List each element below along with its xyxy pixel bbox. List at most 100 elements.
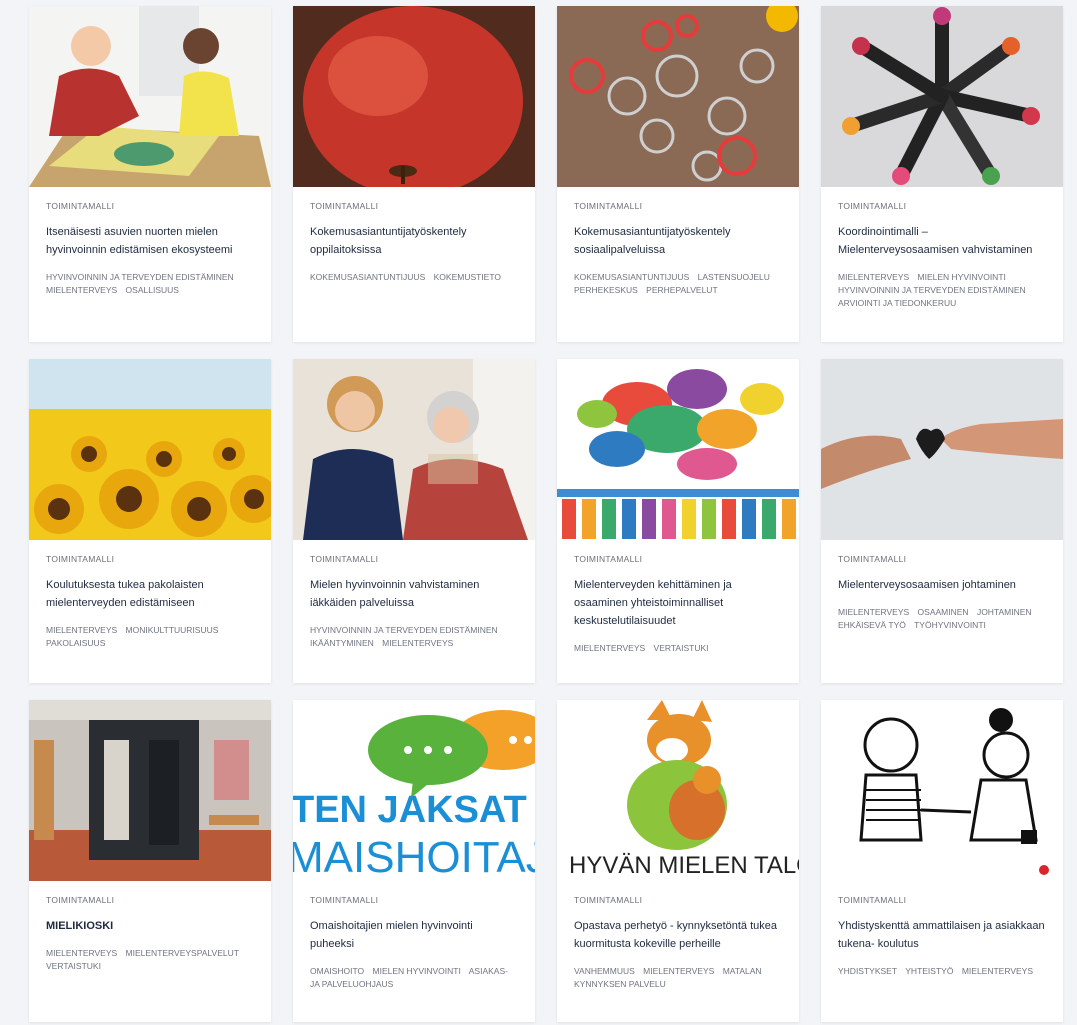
tag[interactable]: PERHEPALVELUT: [646, 285, 718, 295]
card-tags: OMAISHOITO MIELEN HYVINVOINTI ASIAKAS- J…: [310, 965, 518, 991]
tag[interactable]: VERTAISTUKI: [46, 961, 101, 971]
card[interactable]: TOIMINTAMALLI MIELIKIOSKI MIELENTERVEYS …: [29, 700, 271, 1022]
tag[interactable]: KOKEMUSASIANTUNTIJUUS: [310, 272, 425, 282]
tag[interactable]: KOKEMUSASIANTUNTIJUUS: [574, 272, 689, 282]
card-kind: TOIMINTAMALLI: [310, 895, 379, 905]
card-title[interactable]: Mielenterveyden kehittäminen ja osaamine…: [574, 576, 782, 630]
tag[interactable]: MIELENTERVEYS: [962, 966, 1033, 976]
tag[interactable]: MIELEN HYVINVOINTI: [918, 272, 1006, 282]
card[interactable]: TOIMINTAMALLI Koulutuksesta tukea pakola…: [29, 359, 271, 683]
card-image: [557, 359, 799, 540]
tag[interactable]: HYVINVOINNIN JA TERVEYDEN EDISTÄMINEN: [310, 625, 498, 635]
tag[interactable]: PERHEKESKUS: [574, 285, 638, 295]
tag[interactable]: VANHEMMUUS: [574, 966, 635, 976]
tag[interactable]: KOKEMUSTIETO: [434, 272, 501, 282]
card-kind: TOIMINTAMALLI: [838, 201, 907, 211]
card-title[interactable]: Mielen hyvinvoinnin vahvistaminen iäkkäi…: [310, 576, 518, 612]
card-kind: TOIMINTAMALLI: [310, 201, 379, 211]
card-kind: TOIMINTAMALLI: [310, 554, 379, 564]
card-image: [293, 6, 535, 187]
card-title[interactable]: Koordinointimalli – Mielenterveysosaamis…: [838, 223, 1046, 259]
card-image: [29, 700, 271, 881]
card-image: HYVÄN MIELEN TALO: [557, 700, 799, 881]
image-text-line1: TEN JAKSAT: [293, 789, 527, 831]
tag[interactable]: MIELEN HYVINVOINTI: [373, 966, 461, 976]
tag[interactable]: LASTENSUOJELU: [698, 272, 770, 282]
card[interactable]: HYVÄN MIELEN TALO TOIMINTAMALLI Opastava…: [557, 700, 799, 1022]
card-tags: HYVINVOINNIN JA TERVEYDEN EDISTÄMINEN IK…: [310, 624, 518, 650]
image-text-line2: MAISHOITAJA: [293, 833, 535, 881]
card[interactable]: TOIMINTAMALLI Itsenäisesti asuvien nuort…: [29, 6, 271, 342]
card-tags: VANHEMMUUS MIELENTERVEYS MATALAN KYNNYKS…: [574, 965, 782, 991]
card-image: [821, 700, 1063, 881]
card-title[interactable]: Kokemusasiantuntijatyöskentely oppilaito…: [310, 223, 518, 259]
card-tags: MIELENTERVEYS MONIKULTTUURISUUS PAKOLAIS…: [46, 624, 254, 650]
card-tags: YHDISTYKSET YHTEISTYÖ MIELENTERVEYS: [838, 965, 1046, 978]
tag[interactable]: IKÄÄNTYMINEN: [310, 638, 374, 648]
card-kind: TOIMINTAMALLI: [46, 554, 115, 564]
card[interactable]: TOIMINTAMALLI Koordinointimalli – Mielen…: [821, 6, 1063, 342]
card-grid: TOIMINTAMALLI Itsenäisesti asuvien nuort…: [29, 6, 1063, 1022]
tag[interactable]: ARVIOINTI JA TIEDONKERUU: [838, 298, 956, 308]
card-kind: TOIMINTAMALLI: [574, 201, 643, 211]
card-title[interactable]: Omaishoitajien mielen hyvinvointi puheek…: [310, 917, 518, 953]
card-kind: TOIMINTAMALLI: [838, 554, 907, 564]
tag[interactable]: EHKÄISEVÄ TYÖ: [838, 620, 906, 630]
card[interactable]: TOIMINTAMALLI Mielenterveysosaamisen joh…: [821, 359, 1063, 683]
tag[interactable]: MIELENTERVEYS: [46, 285, 117, 295]
tag[interactable]: VERTAISTUKI: [654, 643, 709, 653]
card-tags: HYVINVOINNIN JA TERVEYDEN EDISTÄMINEN MI…: [46, 271, 254, 297]
card-title[interactable]: Itsenäisesti asuvien nuorten mielen hyvi…: [46, 223, 254, 259]
card-image: [821, 6, 1063, 187]
card-title[interactable]: Mielenterveysosaamisen johtaminen: [838, 576, 1046, 594]
card-image: [29, 6, 271, 187]
tag[interactable]: HYVINVOINNIN JA TERVEYDEN EDISTÄMINEN: [46, 272, 234, 282]
card-tags: MIELENTERVEYS MIELENTERVEYSPALVELUT VERT…: [46, 947, 254, 973]
card-image: [557, 6, 799, 187]
tag[interactable]: PAKOLAISUUS: [46, 638, 105, 648]
image-text-brand: HYVÄN MIELEN TALO: [569, 852, 799, 879]
card-kind: TOIMINTAMALLI: [574, 895, 643, 905]
tag[interactable]: MIELENTERVEYS: [838, 272, 909, 282]
card-kind: TOIMINTAMALLI: [838, 895, 907, 905]
tag[interactable]: MONIKULTTUURISUUS: [126, 625, 219, 635]
tag[interactable]: OSAAMINEN: [918, 607, 969, 617]
card[interactable]: TEN JAKSAT MAISHOITAJA TOIMINTAMALLI Oma…: [293, 700, 535, 1022]
card-title[interactable]: Yhdistyskenttä ammattilaisen ja asiakkaa…: [838, 917, 1046, 953]
tag[interactable]: YHDISTYKSET: [838, 966, 897, 976]
card-tags: MIELENTERVEYS OSAAMINEN JOHTAMINEN EHKÄI…: [838, 606, 1046, 632]
tag[interactable]: MIELENTERVEYS: [574, 643, 645, 653]
tag[interactable]: MIELENTERVEYS: [643, 966, 714, 976]
tag[interactable]: OMAISHOITO: [310, 966, 364, 976]
card[interactable]: TOIMINTAMALLI Mielenterveyden kehittämin…: [557, 359, 799, 683]
tag[interactable]: MIELENTERVEYS: [382, 638, 453, 648]
card-image: TEN JAKSAT MAISHOITAJA: [293, 700, 535, 881]
card-title[interactable]: Kokemusasiantuntijatyöskentely sosiaalip…: [574, 223, 782, 259]
tag[interactable]: YHTEISTYÖ: [905, 966, 953, 976]
card-image: [821, 359, 1063, 540]
card-tags: KOKEMUSASIANTUNTIJUUS LASTENSUOJELU PERH…: [574, 271, 782, 297]
tag[interactable]: OSALLISUUS: [126, 285, 179, 295]
card-title[interactable]: MIELIKIOSKI: [46, 917, 254, 935]
tag[interactable]: HYVINVOINNIN JA TERVEYDEN EDISTÄMINEN: [838, 285, 1026, 295]
card[interactable]: TOIMINTAMALLI Kokemusasiantuntijatyösken…: [557, 6, 799, 342]
card-tags: MIELENTERVEYS MIELEN HYVINVOINTI HYVINVO…: [838, 271, 1046, 310]
card[interactable]: TOIMINTAMALLI Kokemusasiantuntijatyösken…: [293, 6, 535, 342]
card-title[interactable]: Opastava perhetyö - kynnyksetöntä tukea …: [574, 917, 782, 953]
card[interactable]: TOIMINTAMALLI Mielen hyvinvoinnin vahvis…: [293, 359, 535, 683]
tag[interactable]: MIELENTERVEYSPALVELUT: [126, 948, 239, 958]
tag[interactable]: JOHTAMINEN: [977, 607, 1032, 617]
tag[interactable]: MIELENTERVEYS: [838, 607, 909, 617]
tag[interactable]: MIELENTERVEYS: [46, 625, 117, 635]
card-image: [293, 359, 535, 540]
card[interactable]: TOIMINTAMALLI Yhdistyskenttä ammattilais…: [821, 700, 1063, 1022]
card-image: [29, 359, 271, 540]
card-kind: TOIMINTAMALLI: [574, 554, 643, 564]
card-kind: TOIMINTAMALLI: [46, 895, 115, 905]
card-tags: KOKEMUSASIANTUNTIJUUS KOKEMUSTIETO: [310, 271, 518, 284]
card-tags: MIELENTERVEYS VERTAISTUKI: [574, 642, 782, 655]
tag[interactable]: MIELENTERVEYS: [46, 948, 117, 958]
card-kind: TOIMINTAMALLI: [46, 201, 115, 211]
tag[interactable]: TYÖHYVINVOINTI: [914, 620, 986, 630]
card-title[interactable]: Koulutuksesta tukea pakolaisten mielente…: [46, 576, 254, 612]
